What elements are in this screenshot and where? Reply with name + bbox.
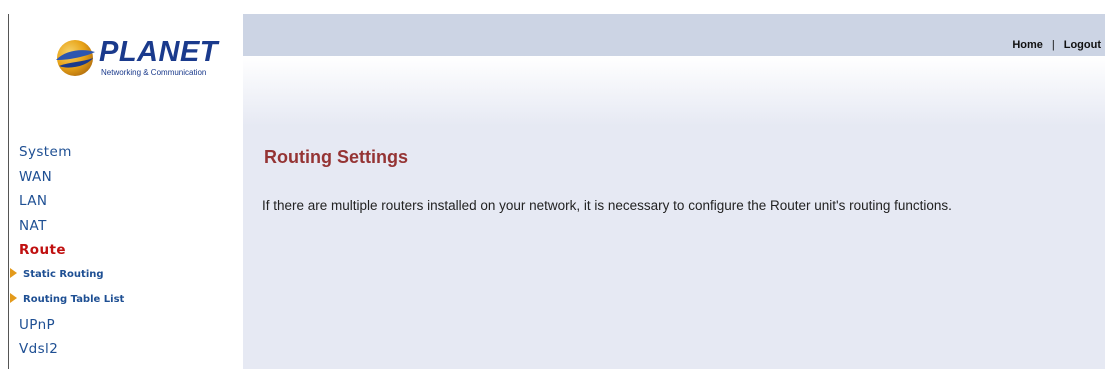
sidebar-subitem-routing-table-list[interactable]: Routing Table List (10, 290, 239, 315)
sidebar-subitem-static-routing[interactable]: Static Routing (10, 265, 239, 290)
main-content: Home | Logout Routing Settings If there ar… (243, 14, 1105, 369)
triangle-bullet-icon (10, 292, 17, 303)
sidebar: PLANET Networking & Communication System… (9, 0, 243, 369)
sidebar-item-wan[interactable]: WAN (19, 167, 239, 192)
sidebar-item-lan[interactable]: LAN (19, 191, 239, 216)
sidebar-item-upnp[interactable]: UPnP (19, 315, 239, 340)
sidebar-subitem-label: Static Routing (23, 268, 104, 280)
triangle-bullet-icon (10, 267, 17, 278)
page-title: Routing Settings (264, 147, 408, 167)
link-separator: | (1051, 39, 1055, 51)
page: PLANET Networking & Communication System… (0, 0, 1105, 369)
sidebar-item-vdsl2[interactable]: Vdsl2 (19, 339, 239, 364)
brand-tagline: Networking & Communication (101, 68, 207, 77)
sidebar-subitem-label: Routing Table List (23, 293, 125, 305)
sidebar-item-nat[interactable]: NAT (19, 216, 239, 241)
home-link[interactable]: Home (1012, 39, 1043, 51)
planet-logo[interactable]: PLANET Networking & Communication (53, 36, 218, 82)
sidebar-item-system[interactable]: System (19, 142, 239, 167)
sidebar-item-route[interactable]: Route (19, 240, 239, 265)
brand-name: PLANET (99, 36, 218, 68)
logout-link[interactable]: Logout (1064, 39, 1101, 51)
top-bar (243, 14, 1105, 56)
page-description: If there are multiple routers installed … (262, 198, 952, 213)
top-links: Home | Logout (1012, 39, 1101, 51)
planet-globe-icon (56, 40, 95, 76)
header-fade (243, 56, 1105, 126)
sidebar-nav: System WAN LAN NAT Route Static Routing … (10, 142, 239, 364)
